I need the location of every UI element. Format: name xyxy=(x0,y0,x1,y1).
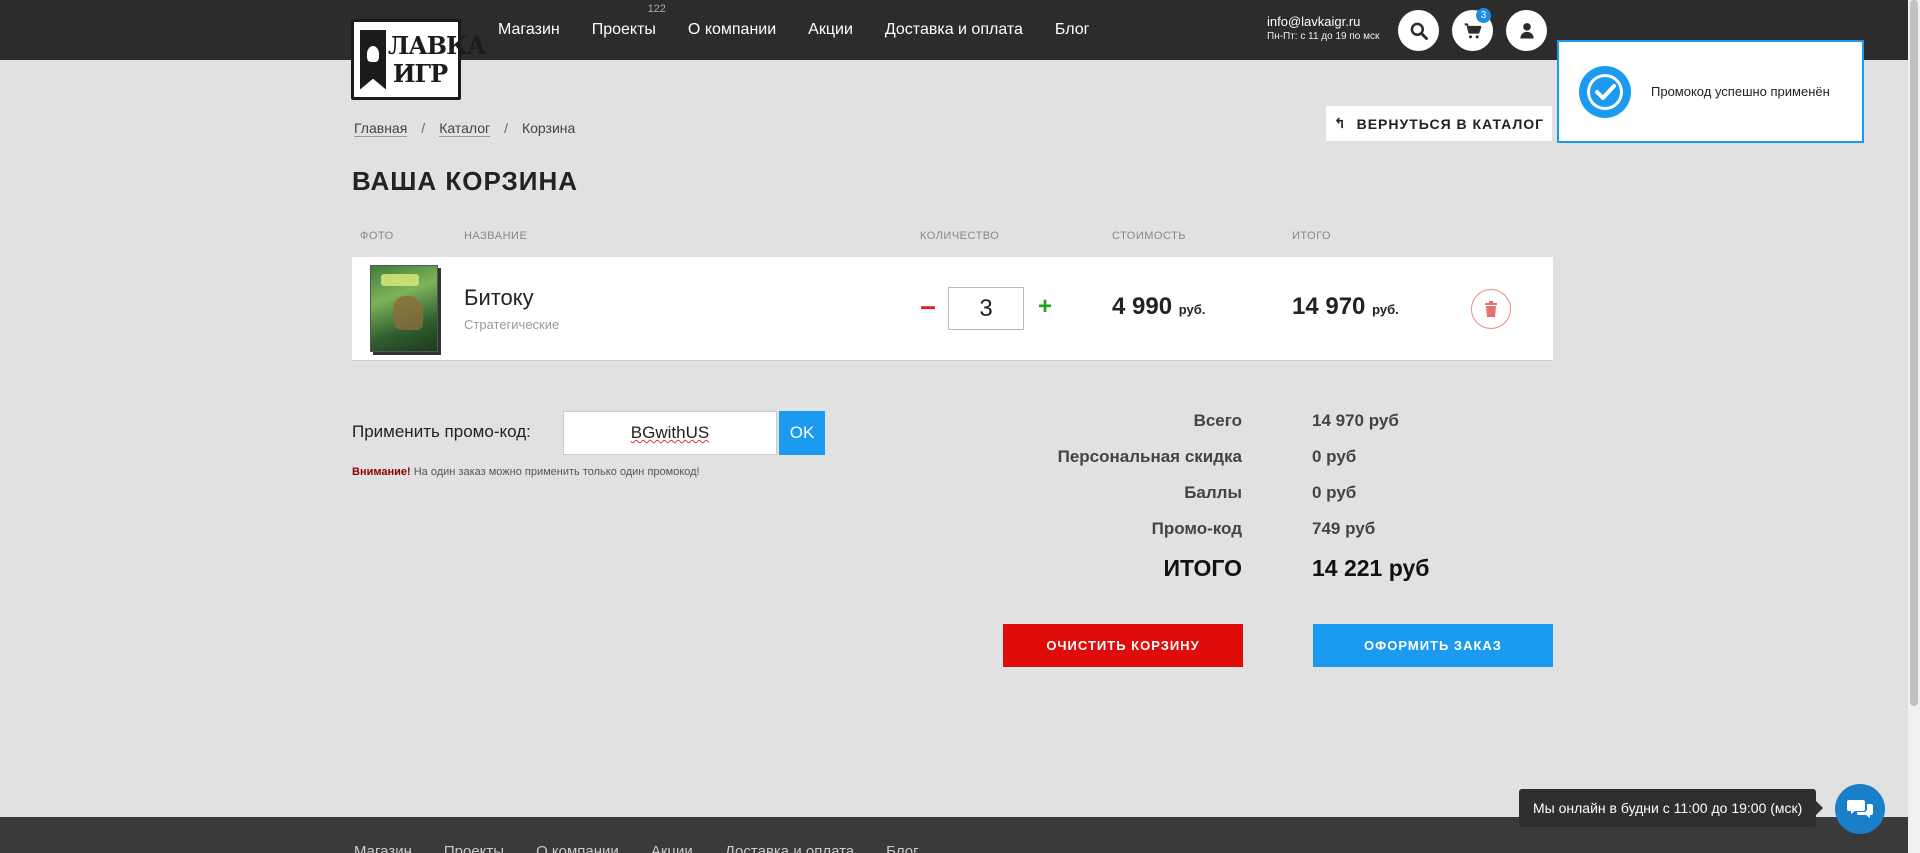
column-header-photo: ФОТО xyxy=(360,230,394,242)
breadcrumb-current: Корзина xyxy=(521,120,576,136)
page-title: ВАША КОРЗИНА xyxy=(352,166,579,196)
product-category: Стратегические xyxy=(464,317,560,332)
summary-discount-value: 0 руб xyxy=(1312,447,1357,466)
summary-subtotal-label: Всего xyxy=(1193,411,1242,430)
contact-email[interactable]: info@lavkaigr.ru xyxy=(1267,14,1379,30)
cart-button[interactable]: 3 xyxy=(1452,8,1493,51)
summary-points-label: Баллы xyxy=(1184,483,1242,502)
summary-total-value: 14 221 руб xyxy=(1312,555,1430,581)
page-scrollbar[interactable] xyxy=(1908,0,1920,853)
quantity-input[interactable]: 3 xyxy=(948,287,1024,330)
promo-code-input[interactable]: BGwithUS xyxy=(563,411,777,455)
logo-flag-icon xyxy=(360,29,386,90)
scrollbar-thumb[interactable] xyxy=(1910,0,1918,706)
summary-points-value: 0 руб xyxy=(1312,483,1357,502)
cart-count-badge: 3 xyxy=(1476,8,1491,23)
apply-promo-button[interactable]: OK xyxy=(779,411,825,455)
column-header-name: НАЗВАНИЕ xyxy=(464,230,528,242)
quantity-increase-button[interactable]: + xyxy=(1035,295,1055,319)
footer-nav-promotions[interactable]: Акции xyxy=(651,843,693,853)
unit-price: 4 990 руб. xyxy=(1112,293,1206,320)
breadcrumb: Главная / Каталог / Корзина xyxy=(354,120,575,137)
user-account-button[interactable] xyxy=(1506,10,1547,51)
column-header-total: ИТОГО xyxy=(1292,230,1332,242)
nav-item-about[interactable]: О компании xyxy=(688,21,776,39)
footer-nav-shop[interactable]: Магазин xyxy=(354,843,412,853)
clear-cart-button[interactable]: ОЧИСТИТЬ КОРЗИНУ xyxy=(1003,624,1243,667)
cart-icon xyxy=(1464,22,1481,38)
return-arrow-icon: ↰ xyxy=(1333,115,1347,131)
nav-item-delivery[interactable]: Доставка и оплата xyxy=(885,21,1023,39)
summary-discount-label: Персональная скидка xyxy=(1057,447,1242,466)
breadcrumb-separator: / xyxy=(504,120,508,136)
chat-bubbles-icon xyxy=(1847,800,1873,818)
nav-item-promotions[interactable]: Акции xyxy=(808,21,853,39)
chat-online-tooltip: Мы онлайн в будни с 11:00 до 19:00 (мск) xyxy=(1519,789,1824,827)
nav-item-projects[interactable]: Проекты 122 xyxy=(592,3,666,39)
trash-icon xyxy=(1485,301,1497,317)
breadcrumb-home[interactable]: Главная xyxy=(354,120,408,137)
toast-message: Промокод успешно применён xyxy=(1651,84,1830,99)
logo-text: ЛАВКА ИГР xyxy=(388,30,486,88)
footer-nav-delivery[interactable]: Доставка и оплата xyxy=(725,843,854,853)
chat-button[interactable] xyxy=(1835,784,1885,834)
checkout-button[interactable]: ОФОРМИТЬ ЗАКАЗ xyxy=(1313,624,1553,667)
back-to-catalog-button[interactable]: ↰ ВЕРНУТЬСЯ В КАТАЛОГ xyxy=(1326,106,1552,141)
summary-promo-value: 749 руб xyxy=(1312,519,1376,538)
line-total: 14 970 руб. xyxy=(1292,293,1399,320)
site-logo[interactable]: ЛАВКА ИГР xyxy=(351,19,486,100)
footer-nav-blog[interactable]: Блог xyxy=(886,843,918,853)
remove-item-button[interactable] xyxy=(1471,289,1511,329)
breadcrumb-catalog[interactable]: Каталог xyxy=(439,120,491,137)
nav-item-blog[interactable]: Блог xyxy=(1055,21,1090,39)
quantity-decrease-button[interactable]: – xyxy=(918,292,938,320)
column-header-price: СТОИМОСТЬ xyxy=(1112,230,1187,242)
product-image[interactable] xyxy=(370,265,438,352)
column-header-quantity: КОЛИЧЕСТВО xyxy=(920,230,1000,242)
nav-item-shop[interactable]: Магазин xyxy=(498,21,560,39)
success-toast: Промокод успешно применён xyxy=(1557,40,1864,143)
search-icon xyxy=(1410,22,1428,40)
summary-subtotal-value: 14 970 руб xyxy=(1312,411,1399,430)
summary-total-label: ИТОГО xyxy=(1163,555,1242,581)
back-to-catalog-label: ВЕРНУТЬСЯ В КАТАЛОГ xyxy=(1356,115,1545,132)
header-contact: info@lavkaigr.ru Пн-Пт: с 11 до 19 по мс… xyxy=(1267,14,1379,44)
search-button[interactable] xyxy=(1398,10,1439,51)
main-nav: Магазин Проекты 122 О компании Акции Дос… xyxy=(498,0,1122,60)
footer-nav-about[interactable]: О компании xyxy=(536,843,619,853)
product-name[interactable]: Битоку xyxy=(464,285,534,311)
cart-item-row: Битоку Стратегические – 3 + 4 990 руб. 1… xyxy=(352,257,1553,361)
user-icon xyxy=(1519,22,1534,38)
check-circle-icon xyxy=(1579,65,1631,118)
promo-code-label: Применить промо-код: xyxy=(352,422,531,441)
working-hours: Пн-Пт: с 11 до 19 по мск xyxy=(1267,31,1380,42)
projects-count-badge: 122 xyxy=(647,3,666,15)
footer-nav: Магазин Проекты О компании Акции Доставк… xyxy=(354,843,919,853)
promo-note: Внимание! На один заказ можно применить … xyxy=(352,466,700,478)
breadcrumb-separator: / xyxy=(421,120,426,136)
summary-promo-label: Промо-код xyxy=(1151,519,1242,538)
footer-nav-projects[interactable]: Проекты xyxy=(444,843,504,853)
